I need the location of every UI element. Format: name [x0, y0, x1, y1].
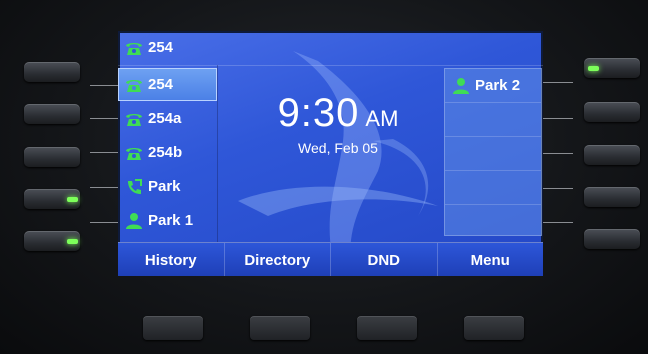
line-label: Park: [148, 178, 181, 195]
clock-time: 9:30: [277, 91, 360, 135]
park-call-icon: [128, 178, 142, 194]
contact-icon: [453, 77, 469, 94]
leader-line: [90, 187, 118, 188]
line-row-5[interactable]: Park 1: [118, 204, 217, 237]
leader-line: [543, 118, 573, 119]
right-line-key-3[interactable]: [584, 145, 640, 165]
clock-date: Wed, Feb 05: [298, 140, 378, 156]
phone-icon: [126, 42, 142, 55]
line-key-2[interactable]: [24, 104, 80, 124]
line-label: 254a: [148, 110, 182, 127]
phone-screen: 254 254 254a 254b Park Park 1 9:30 AM Wed…: [118, 31, 543, 276]
line-row-1[interactable]: 254: [118, 68, 217, 101]
line-row-4[interactable]: Park: [118, 170, 217, 203]
line-key-3[interactable]: [24, 147, 80, 167]
dss-key-panel: Park 2: [444, 68, 542, 236]
phone-icon: [126, 79, 142, 92]
leader-line: [90, 118, 118, 119]
softkey-bar: History Directory DND Menu: [118, 242, 543, 276]
column-divider: [217, 65, 218, 242]
softkey-history[interactable]: History: [118, 243, 225, 276]
contact-icon: [126, 212, 142, 229]
dss-label: Park 2: [475, 77, 521, 94]
dss-row-2[interactable]: [445, 103, 541, 137]
line-row-2[interactable]: 254a: [118, 102, 217, 135]
right-line-led-1: [588, 66, 599, 71]
line-label: 254: [148, 76, 174, 93]
leader-line: [90, 222, 118, 223]
softkey-directory[interactable]: Directory: [225, 243, 331, 276]
hardware-softkey-4[interactable]: [464, 316, 524, 340]
right-line-key-4[interactable]: [584, 187, 640, 207]
line-label: Park 1: [148, 212, 194, 229]
line-key-1[interactable]: [24, 62, 80, 82]
leader-line: [543, 82, 573, 83]
phone-icon: [126, 113, 142, 126]
dss-row-5[interactable]: [445, 205, 541, 238]
right-line-key-5[interactable]: [584, 229, 640, 249]
leader-line: [90, 85, 118, 86]
dss-row-4[interactable]: [445, 171, 541, 205]
hardware-softkey-2[interactable]: [250, 316, 310, 340]
line-row-3[interactable]: 254b: [118, 136, 217, 169]
dss-row-3[interactable]: [445, 137, 541, 171]
leader-line: [543, 188, 573, 189]
account-title: 254: [118, 31, 217, 64]
hardware-softkey-1[interactable]: [143, 316, 203, 340]
clock-display: 9:30 AM Wed, Feb 05: [258, 91, 418, 156]
leader-line: [543, 153, 573, 154]
dss-row-1[interactable]: Park 2: [445, 69, 541, 103]
line-led-5: [67, 239, 78, 244]
phone-icon: [126, 147, 142, 160]
softkey-dnd[interactable]: DND: [331, 243, 438, 276]
hardware-softkey-3[interactable]: [357, 316, 417, 340]
softkey-menu[interactable]: Menu: [438, 243, 544, 276]
leader-line: [90, 152, 118, 153]
status-bar: 254: [118, 31, 543, 66]
clock-ampm: AM: [365, 106, 399, 131]
account-number: 254: [148, 39, 174, 56]
line-label: 254b: [148, 144, 183, 161]
right-line-key-2[interactable]: [584, 102, 640, 122]
line-led-4: [67, 197, 78, 202]
leader-line: [543, 222, 573, 223]
